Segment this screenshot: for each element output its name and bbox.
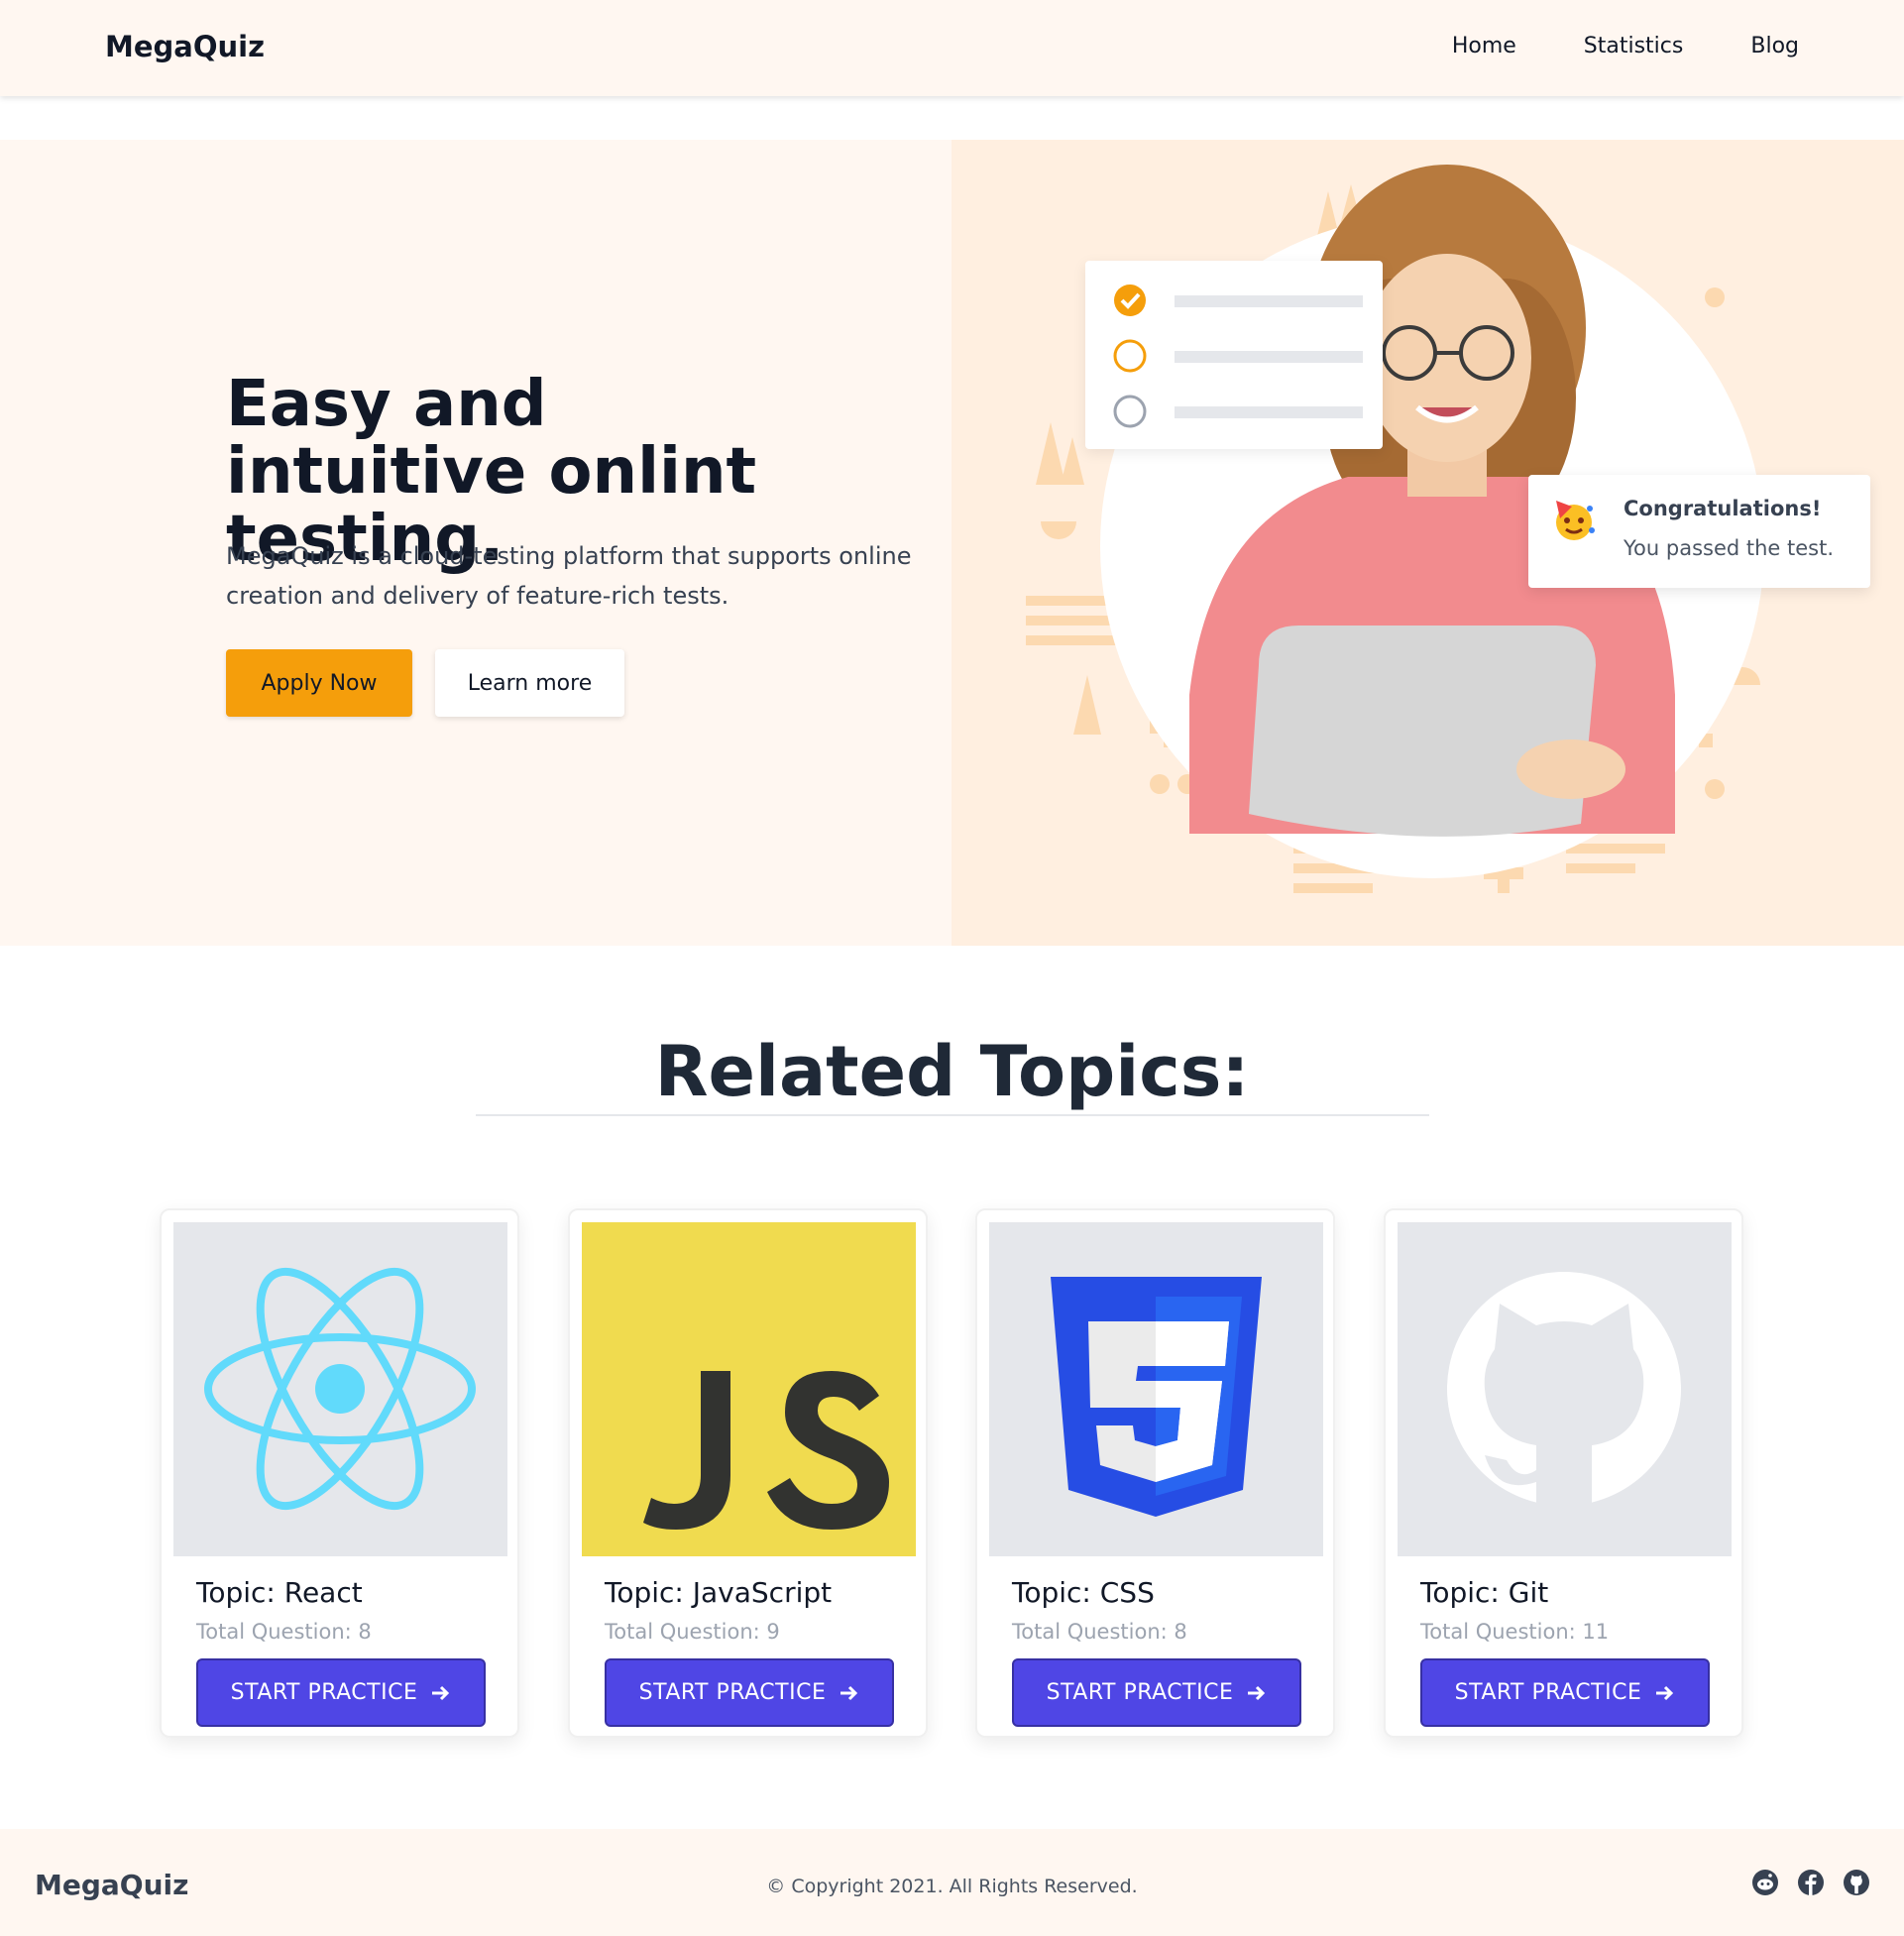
related-topics-heading: Related Topics: (654, 1031, 1250, 1112)
topic-card-css: Topic: CSS Total Question: 8 START PRACT… (975, 1208, 1335, 1738)
question-count: Total Question: 9 (605, 1620, 780, 1644)
topic-title: Topic: Git (1420, 1576, 1549, 1609)
button-label: START PRACTICE (230, 1680, 418, 1705)
topic-image (989, 1222, 1323, 1556)
question-count: Total Question: 8 (196, 1620, 372, 1644)
congrats-subtitle: You passed the test. (1624, 536, 1835, 560)
hero-description: MegaQuiz is a cloud-testing platform tha… (226, 542, 912, 610)
nav-link-blog[interactable]: Blog (1750, 34, 1799, 58)
party-face-icon (1556, 501, 1595, 540)
nav-links: Home Statistics Blog (1385, 34, 1799, 58)
congrats-title: Congratulations! (1624, 497, 1822, 520)
topic-image (173, 1222, 507, 1556)
footer: MegaQuiz © Copyright 2021. All Rights Re… (0, 1829, 1904, 1936)
quiz-options-graphic (1113, 285, 1363, 428)
congratulations-popup: Congratulations! You passed the test. (1528, 475, 1870, 588)
social-links (1751, 1869, 1870, 1896)
button-label: START PRACTICE (638, 1680, 827, 1705)
copyright-text: © Copyright 2021. All Rights Reserved. (766, 1876, 1138, 1897)
start-practice-button[interactable]: START PRACTICE (1420, 1658, 1710, 1727)
react-logo-icon (204, 1267, 476, 1511)
reddit-icon[interactable] (1751, 1869, 1779, 1896)
topic-image (582, 1222, 916, 1556)
navbar: MegaQuiz Home Statistics Blog (0, 0, 1904, 96)
start-practice-button[interactable]: START PRACTICE (1012, 1658, 1301, 1727)
topic-card-git: Topic: Git Total Question: 11 START PRAC… (1384, 1208, 1743, 1738)
javascript-logo-icon (582, 1222, 916, 1556)
topic-title: Topic: JavaScript (605, 1576, 833, 1609)
css3-logo-icon (1051, 1277, 1262, 1517)
hero-section: Easy and intuitive onlint testing. MegaQ… (0, 140, 1904, 946)
topic-card-react: Topic: React Total Question: 8 START PRA… (160, 1208, 519, 1738)
nav-link-home[interactable]: Home (1452, 34, 1516, 58)
question-count: Total Question: 11 (1420, 1620, 1610, 1644)
github-logo-icon (1447, 1272, 1681, 1509)
brand-logo[interactable]: MegaQuiz (105, 30, 265, 63)
nav-link-statistics[interactable]: Statistics (1584, 34, 1684, 58)
question-count: Total Question: 8 (1012, 1620, 1187, 1644)
topic-image (1398, 1222, 1732, 1556)
quiz-card-illustration (1085, 261, 1383, 449)
apply-now-button[interactable]: Apply Now (226, 649, 412, 717)
facebook-icon[interactable] (1797, 1869, 1825, 1896)
github-icon[interactable] (1843, 1869, 1870, 1896)
button-label: START PRACTICE (1454, 1680, 1642, 1705)
arrow-right-icon (1656, 1685, 1674, 1700)
learn-more-button[interactable]: Learn more (435, 649, 624, 717)
start-practice-button[interactable]: START PRACTICE (196, 1658, 486, 1727)
topic-title: Topic: CSS (1012, 1576, 1155, 1609)
arrow-right-icon (1248, 1685, 1266, 1700)
arrow-right-icon (432, 1685, 450, 1700)
heading-divider (476, 1114, 1429, 1116)
arrow-right-icon (840, 1685, 858, 1700)
topic-card-javascript: Topic: JavaScript Total Question: 9 STAR… (568, 1208, 928, 1738)
start-practice-button[interactable]: START PRACTICE (605, 1658, 894, 1727)
hero-illustration: Congratulations! You passed the test. (952, 140, 1904, 946)
button-label: START PRACTICE (1046, 1680, 1234, 1705)
topic-title: Topic: React (196, 1576, 363, 1609)
